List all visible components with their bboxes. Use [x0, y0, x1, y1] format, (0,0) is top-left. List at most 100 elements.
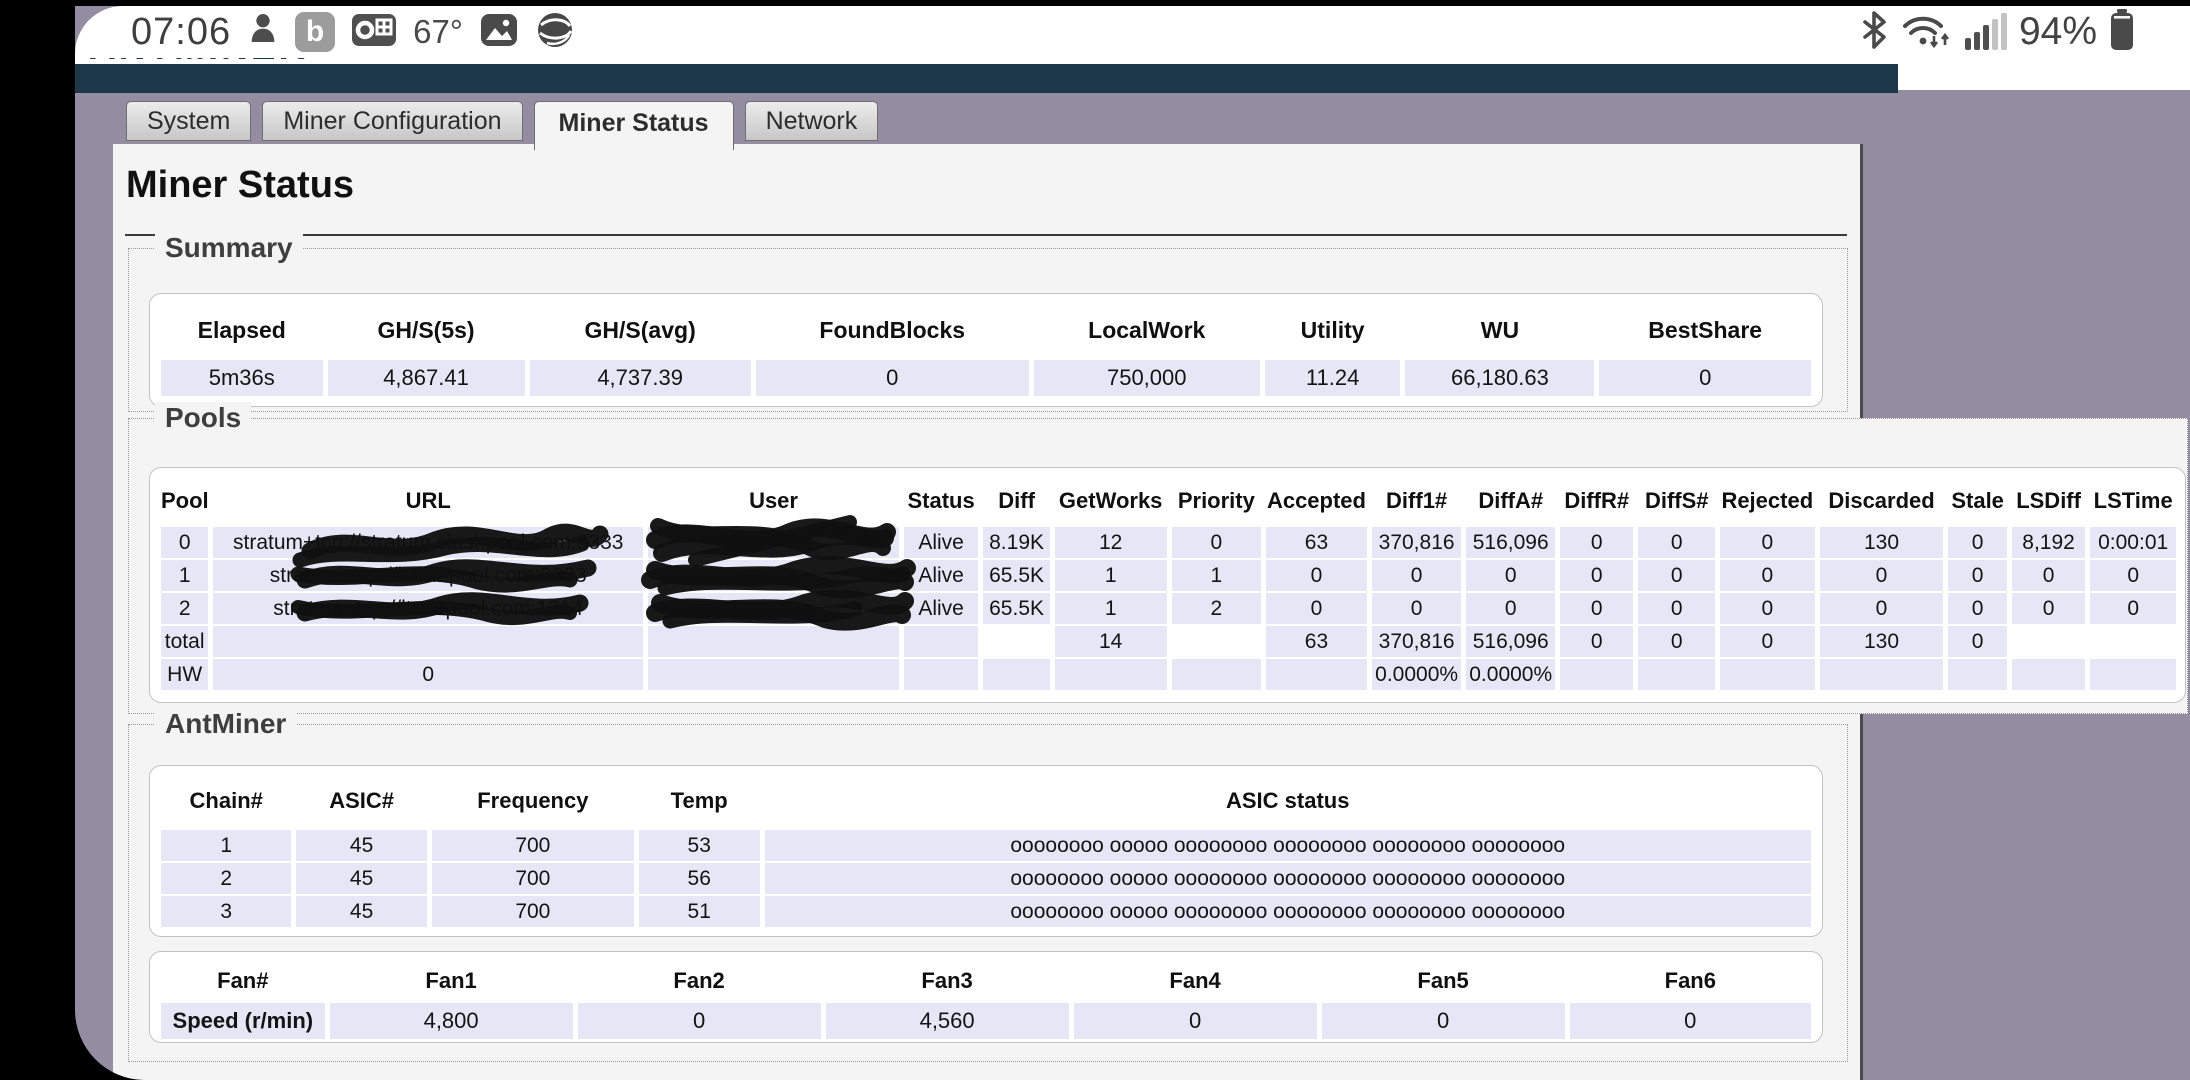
cell: total — [161, 626, 208, 657]
column-header: Fan5 — [1322, 959, 1565, 1001]
battery-icon — [2109, 8, 2135, 57]
cell: 14 — [1055, 626, 1167, 657]
column-header: Utility — [1265, 301, 1401, 358]
cell: 0 — [1638, 560, 1715, 591]
clock-text: 07:06 — [131, 11, 231, 54]
cell: 700 — [432, 863, 634, 894]
cell: 0 — [1720, 593, 1815, 624]
cell — [1172, 659, 1262, 690]
column-header: ASIC status — [765, 773, 1812, 828]
cell: 51 — [639, 896, 760, 927]
table-row: HW00.0000%0.0000% — [161, 659, 2176, 690]
cell: 0 — [1820, 593, 1944, 624]
cell: 2 — [161, 593, 208, 624]
cell: 750,000 — [1034, 360, 1260, 396]
cell: 45 — [296, 896, 426, 927]
column-header: Fan1 — [330, 959, 573, 1001]
cell: 1 — [161, 560, 208, 591]
column-header: DiffS# — [1638, 475, 1715, 525]
column-header: Stale — [1948, 475, 2006, 525]
tab-system[interactable]: System — [126, 101, 251, 141]
cell: 0 — [1570, 1003, 1811, 1039]
cell: 0 — [2012, 593, 2085, 624]
calendar-app-icon — [351, 10, 397, 55]
cell: Alive — [904, 560, 979, 591]
column-header: GH/S(avg) — [530, 301, 751, 358]
column-header: Fan4 — [1074, 959, 1317, 1001]
column-header: LocalWork — [1034, 301, 1260, 358]
cell: 0 — [1948, 593, 2006, 624]
cell: 0 — [2090, 593, 2176, 624]
content-panel: Miner Status Summary ElapsedGH/S(5s)GH/S… — [113, 144, 1863, 1080]
table-row: 5m36s4,867.414,737.390750,00011.2466,180… — [161, 360, 1811, 396]
cell: 45 — [296, 830, 426, 861]
cell: 0.0000% — [1466, 659, 1555, 690]
column-header: Fan3 — [826, 959, 1069, 1001]
cell: 516,096 — [1466, 527, 1555, 558]
page-title: Miner Status — [126, 164, 354, 207]
cell: 0 — [1948, 527, 2006, 558]
cell — [213, 626, 643, 657]
cell: Alive — [904, 593, 979, 624]
pools-legend: Pools — [155, 402, 251, 434]
cell-signal-icon — [1965, 14, 2007, 50]
battery-percent-text: 94% — [2019, 10, 2097, 54]
cell: 0 — [1266, 560, 1367, 591]
cell — [648, 560, 899, 591]
cell: 700 — [432, 830, 634, 861]
cell: 1 — [1055, 560, 1167, 591]
cell: 65.5K — [983, 593, 1049, 624]
tab-bar: System Miner Configuration Miner Status Net… — [126, 101, 878, 150]
cell: 45 — [296, 863, 426, 894]
cell: 0 — [1266, 593, 1367, 624]
cell: 4,737.39 — [530, 360, 751, 396]
cell — [1948, 659, 2006, 690]
table-row: 34570051oooooooo ooooo oooooooo oooooooo… — [161, 896, 1811, 927]
cell: 2 — [161, 863, 291, 894]
cell: 8.19K — [983, 527, 1049, 558]
cell — [1720, 659, 1815, 690]
cell: stratum+tcp://btc.f2pool.com:3333 — [213, 560, 643, 591]
cell: 1 — [1055, 593, 1167, 624]
cell: 4,560 — [826, 1003, 1069, 1039]
tab-network[interactable]: Network — [745, 101, 879, 141]
cell: 0 — [1820, 560, 1944, 591]
cell — [983, 626, 1049, 657]
column-header: URL — [213, 475, 643, 525]
cell: 11.24 — [1265, 360, 1401, 396]
cell — [2090, 659, 2176, 690]
table-row: 0stratum+tcp://stratum.slushpool.com:333… — [161, 527, 2176, 558]
title-divider — [125, 234, 1847, 236]
column-header: Frequency — [432, 773, 634, 828]
antminer-fieldset: AntMiner Chain#ASIC#FrequencyTempASIC st… — [128, 724, 1848, 1062]
cell: 0 — [1322, 1003, 1565, 1039]
column-header: BestShare — [1599, 301, 1811, 358]
table-row: 24570056oooooooo ooooo oooooooo oooooooo… — [161, 863, 1811, 894]
table-row: 1stratum+tcp://btc.f2pool.com:3333Alive6… — [161, 560, 2176, 591]
cell: 0 — [161, 527, 208, 558]
cell: 63 — [1266, 626, 1367, 657]
cell: 0 — [1560, 560, 1633, 591]
cell: 0 — [1560, 593, 1633, 624]
column-header: LSTime — [2090, 475, 2176, 525]
column-header: DiffA# — [1466, 475, 1555, 525]
pools-table: PoolURLUserStatusDiffGetWorksPriorityAcc… — [149, 467, 2186, 703]
tab-miner-configuration[interactable]: Miner Configuration — [262, 101, 522, 141]
cell: 0 — [213, 659, 643, 690]
column-header: DiffR# — [1560, 475, 1633, 525]
cell: 53 — [639, 830, 760, 861]
cell: 0 — [578, 1003, 821, 1039]
cell: 0 — [1560, 626, 1633, 657]
tab-miner-status[interactable]: Miner Status — [534, 101, 734, 150]
cell: Speed (r/min) — [161, 1003, 325, 1039]
cell — [648, 593, 899, 624]
column-header: Chain# — [161, 773, 291, 828]
cell: 0 — [2012, 560, 2085, 591]
cell: 2 — [1172, 593, 1262, 624]
cell: 0 — [2090, 560, 2176, 591]
cell: 0 — [1074, 1003, 1317, 1039]
browser-app-icon — [535, 10, 575, 55]
cell — [648, 659, 899, 690]
column-header: Fan# — [161, 959, 325, 1001]
cell: stratum+tcp://stratum.slushpool.com:3333 — [213, 527, 643, 558]
